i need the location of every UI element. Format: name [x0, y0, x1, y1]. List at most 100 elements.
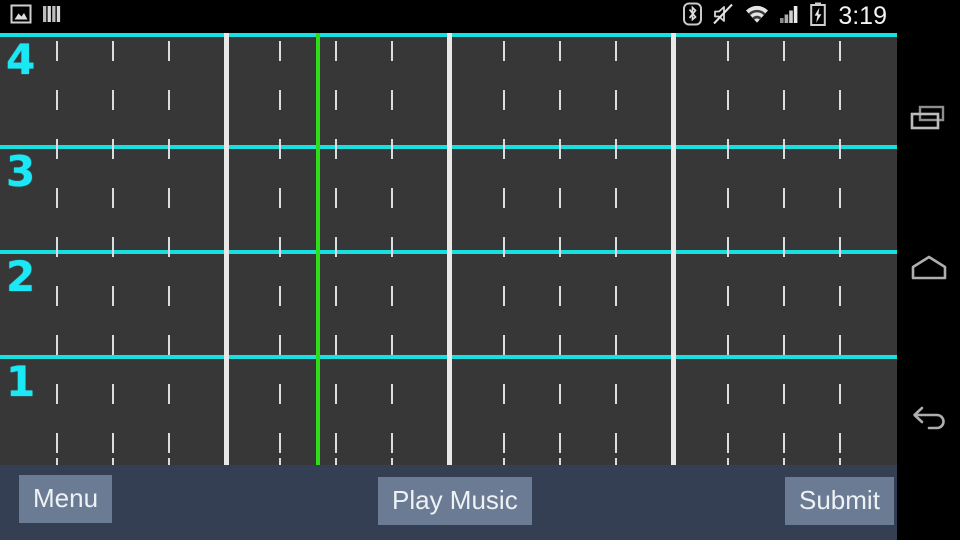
beat-tick: [335, 286, 337, 306]
submit-button[interactable]: Submit: [785, 477, 894, 525]
recents-button[interactable]: [897, 90, 960, 150]
status-bar: 3:19: [0, 0, 897, 33]
beat-tick: [559, 90, 561, 110]
beat-tick: [615, 286, 617, 306]
beat-tick: [279, 41, 281, 61]
beat-tick: [615, 384, 617, 404]
beat-tick: [56, 188, 58, 208]
beat-tick: [279, 139, 281, 159]
beat-tick: [727, 188, 729, 208]
wifi-icon: [744, 3, 770, 30]
grid-row-label: 1: [6, 357, 36, 406]
beat-tick: [503, 41, 505, 61]
beat-tick: [783, 139, 785, 159]
beat-tick: [112, 90, 114, 110]
measure-divider: [671, 33, 676, 465]
beat-tick: [727, 139, 729, 159]
beat-tick: [391, 41, 393, 61]
playhead-line: [316, 33, 320, 465]
beat-tick: [112, 286, 114, 306]
grid-row-label: 3: [6, 147, 36, 196]
status-bar-clock: 3:19: [838, 2, 887, 30]
beat-tick: [56, 90, 58, 110]
beat-tick: [783, 286, 785, 306]
android-navigation-bar: [897, 0, 960, 540]
beat-tick: [727, 433, 729, 453]
home-button[interactable]: [897, 240, 960, 300]
beat-tick: [839, 384, 841, 404]
menu-button[interactable]: Menu: [19, 475, 113, 523]
beat-tick: [168, 41, 170, 61]
beat-tick: [503, 458, 505, 465]
beat-tick: [168, 458, 170, 465]
beat-tick: [335, 458, 337, 465]
measure-divider: [224, 33, 229, 465]
bluetooth-icon: [683, 2, 703, 31]
beat-tick: [391, 433, 393, 453]
beat-tick: [391, 188, 393, 208]
beat-tick: [615, 458, 617, 465]
beat-tick: [279, 188, 281, 208]
beat-tick: [559, 139, 561, 159]
beat-tick: [335, 188, 337, 208]
beat-tick: [112, 237, 114, 257]
beat-tick: [112, 335, 114, 355]
beat-tick: [839, 90, 841, 110]
beat-tick: [279, 237, 281, 257]
cellular-signal-icon: [779, 3, 801, 30]
beat-tick: [56, 286, 58, 306]
beat-tick: [391, 237, 393, 257]
beat-tick: [168, 90, 170, 110]
beat-tick: [783, 237, 785, 257]
beat-tick: [615, 335, 617, 355]
gallery-image-icon: [10, 3, 32, 30]
beat-tick: [168, 384, 170, 404]
beat-tick: [503, 237, 505, 257]
music-note-grid[interactable]: 4 3 2 1: [0, 33, 897, 465]
beat-tick: [279, 458, 281, 465]
grid-row-label: 2: [6, 252, 36, 301]
beat-tick: [335, 335, 337, 355]
beat-tick: [112, 188, 114, 208]
beat-tick: [839, 188, 841, 208]
beat-tick: [559, 458, 561, 465]
beat-tick: [839, 139, 841, 159]
beat-tick: [727, 286, 729, 306]
grid-row-label: 4: [6, 35, 36, 84]
beat-tick: [559, 237, 561, 257]
beat-tick: [503, 433, 505, 453]
equalizer-bars-icon: [42, 3, 62, 30]
beat-tick: [503, 384, 505, 404]
beat-tick: [112, 384, 114, 404]
beat-tick: [279, 384, 281, 404]
beat-tick: [615, 139, 617, 159]
beat-tick: [615, 41, 617, 61]
beat-tick: [503, 188, 505, 208]
beat-tick: [503, 286, 505, 306]
beat-tick: [783, 188, 785, 208]
beat-tick: [335, 433, 337, 453]
beat-tick: [783, 41, 785, 61]
play-music-button[interactable]: Play Music: [378, 477, 532, 525]
beat-tick: [727, 384, 729, 404]
beat-tick: [559, 286, 561, 306]
beat-tick: [727, 458, 729, 465]
recents-icon: [907, 102, 951, 139]
beat-tick: [559, 41, 561, 61]
beat-tick: [783, 433, 785, 453]
beat-tick: [112, 139, 114, 159]
back-button[interactable]: [897, 390, 960, 450]
app-root: 3:19 4 3 2 1 Menu Play Music Submit: [0, 0, 960, 540]
beat-tick: [783, 90, 785, 110]
beat-tick: [279, 335, 281, 355]
beat-tick: [168, 286, 170, 306]
beat-tick: [783, 458, 785, 465]
status-bar-right-icons: 3:19: [683, 2, 897, 31]
beat-tick: [839, 458, 841, 465]
beat-tick: [559, 384, 561, 404]
beat-tick: [391, 458, 393, 465]
beat-tick: [615, 90, 617, 110]
beat-tick: [335, 41, 337, 61]
beat-tick: [279, 90, 281, 110]
beat-tick: [168, 237, 170, 257]
